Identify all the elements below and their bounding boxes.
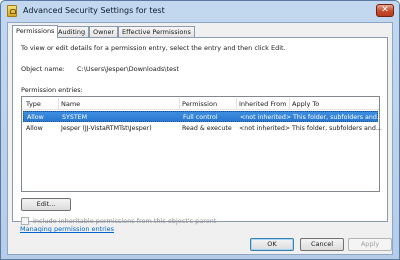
apply-button[interactable]: Apply <box>348 238 392 251</box>
permissions-panel: To view or edit details for a permission… <box>12 37 388 225</box>
tab-auditing[interactable]: Auditing <box>54 26 90 37</box>
table-header: Type Name Permission Inherited From Appl… <box>22 97 379 110</box>
cell-apply-to: This folder, subfolders and... <box>293 114 383 121</box>
permission-entries-label: Permission entries: <box>21 86 83 94</box>
column-header-permission[interactable]: Permission <box>182 100 217 108</box>
window-title: Advanced Security Settings for test <box>23 6 165 15</box>
column-header-apply-to[interactable]: Apply To <box>292 100 319 108</box>
dialog-client-area: Permissions Auditing Owner Effective Per… <box>7 22 393 255</box>
include-inheritable-label: Include inheritable permissions from thi… <box>33 217 217 225</box>
tab-owner[interactable]: Owner <box>89 26 119 37</box>
cell-inherited-from: <not inherited> <box>240 114 292 121</box>
cell-permission: Read & execute <box>182 125 232 132</box>
include-inheritable-checkbox[interactable] <box>21 217 29 225</box>
instruction-text: To view or edit details for a permission… <box>21 44 286 52</box>
column-divider[interactable] <box>179 98 180 109</box>
cell-apply-to: This folder, subfolders and... <box>292 125 382 132</box>
cell-type: Allow <box>26 125 43 132</box>
close-button[interactable]: ✕ <box>376 4 394 17</box>
object-name-label: Object name: <box>21 65 65 73</box>
close-icon: ✕ <box>381 5 389 15</box>
column-header-name[interactable]: Name <box>61 100 80 108</box>
cell-permission: Full control <box>183 114 218 121</box>
edit-button[interactable]: Edit... <box>21 198 71 211</box>
column-divider[interactable] <box>236 98 237 109</box>
permission-entries-table[interactable]: Type Name Permission Inherited From Appl… <box>21 96 383 192</box>
security-settings-window: Advanced Security Settings for test ✕ Pe… <box>0 0 400 260</box>
cell-name: Jesper (JJ-VistaRTMTst\Jesper) <box>61 125 152 132</box>
lock-icon <box>7 5 17 17</box>
column-divider[interactable] <box>289 98 290 109</box>
managing-permission-entries-link[interactable]: Managing permission entries <box>20 225 114 233</box>
table-row[interactable]: Allow Jesper (JJ-VistaRTMTst\Jesper) Rea… <box>23 123 382 134</box>
column-divider[interactable] <box>58 98 59 109</box>
title-bar[interactable]: Advanced Security Settings for test ✕ <box>1 1 399 22</box>
tab-effective-permissions[interactable]: Effective Permissions <box>118 26 195 37</box>
cell-inherited-from: <not inherited> <box>239 125 291 132</box>
table-row[interactable]: Allow SYSTEM Full control <not inherited… <box>23 111 383 122</box>
cell-type: Allow <box>27 114 44 121</box>
object-name-value: C:\Users\Jesper\Downloads\test <box>77 65 179 73</box>
tab-permissions[interactable]: Permissions <box>12 25 59 38</box>
cancel-button[interactable]: Cancel <box>300 238 344 251</box>
cell-name: SYSTEM <box>62 114 88 121</box>
column-header-type[interactable]: Type <box>26 100 41 108</box>
ok-button[interactable]: OK <box>250 238 294 251</box>
column-header-inherited-from[interactable]: Inherited From <box>239 100 286 108</box>
